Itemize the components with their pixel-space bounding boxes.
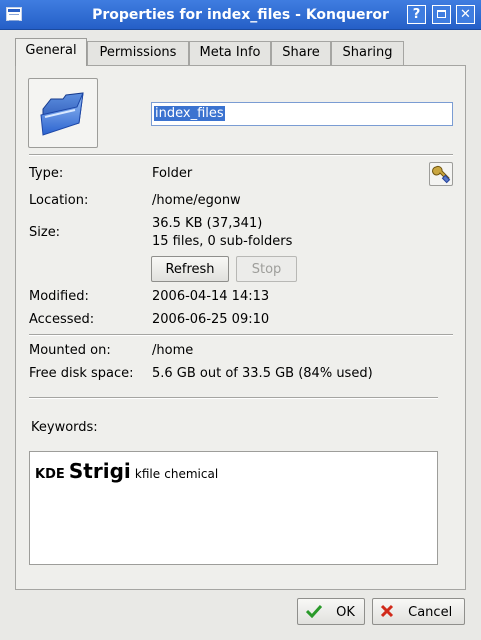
- cancel-label: Cancel: [408, 605, 453, 620]
- size-detail: 15 files, 0 sub-folders: [152, 234, 293, 249]
- cancel-x-icon: [380, 604, 394, 618]
- divider: [29, 154, 453, 156]
- keywords-cloud[interactable]: KDE Strigi kfile chemical: [29, 451, 438, 565]
- location-label: Location:: [29, 193, 89, 208]
- type-value: Folder: [152, 166, 193, 181]
- type-label: Type:: [29, 166, 64, 181]
- name-input[interactable]: index_files: [151, 102, 453, 126]
- tab-share[interactable]: Share: [271, 41, 331, 65]
- divider: [29, 334, 453, 336]
- stop-button[interactable]: Stop: [236, 256, 297, 282]
- help-button[interactable]: ?: [407, 5, 426, 24]
- refresh-button[interactable]: Refresh: [151, 256, 229, 282]
- maximize-icon: [437, 10, 446, 18]
- tab-label: Share: [282, 45, 320, 60]
- keyword-tag[interactable]: KDE: [35, 467, 65, 482]
- mounted-on-value: /home: [152, 343, 194, 358]
- tab-label: Permissions: [99, 45, 177, 60]
- keyword-tag[interactable]: Strigi: [69, 459, 131, 483]
- free-space-value: 5.6 GB out of 33.5 GB (84% used): [152, 366, 373, 381]
- refresh-label: Refresh: [165, 262, 215, 277]
- tab-label: Sharing: [342, 45, 393, 60]
- keyword-tag[interactable]: kfile: [135, 467, 160, 481]
- tab-sharing[interactable]: Sharing: [331, 41, 404, 65]
- maximize-button[interactable]: [432, 5, 451, 24]
- tab-label: General: [25, 43, 77, 58]
- cancel-button[interactable]: Cancel: [372, 598, 465, 625]
- tab-meta-info[interactable]: Meta Info: [189, 41, 271, 65]
- edit-file-type-button[interactable]: [429, 162, 453, 186]
- close-button[interactable]: ✕: [456, 5, 475, 24]
- modified-label: Modified:: [29, 289, 89, 304]
- folder-icon-button[interactable]: [28, 78, 98, 148]
- divider: [29, 397, 438, 399]
- mounted-on-label: Mounted on:: [29, 343, 111, 358]
- modified-value: 2006-04-14 14:13: [152, 289, 270, 304]
- accessed-value: 2006-06-25 09:10: [152, 312, 270, 327]
- location-value: /home/egonw: [152, 193, 241, 208]
- size-label: Size:: [29, 225, 61, 240]
- ok-button[interactable]: OK: [297, 598, 365, 625]
- size-value: 36.5 KB (37,341): [152, 216, 263, 231]
- name-input-value: index_files: [154, 106, 225, 121]
- tab-permissions[interactable]: Permissions: [87, 41, 189, 65]
- folder-icon: [40, 92, 84, 136]
- free-space-label: Free disk space:: [29, 366, 134, 381]
- wrench-icon: [432, 165, 451, 184]
- keywords-label: Keywords:: [31, 420, 98, 435]
- accessed-label: Accessed:: [29, 312, 95, 327]
- ok-label: OK: [336, 605, 355, 620]
- title-bar[interactable]: Properties for index_files - Konqueror ?…: [0, 0, 481, 30]
- check-icon: [305, 604, 323, 619]
- tab-label: Meta Info: [199, 45, 261, 60]
- keyword-tag[interactable]: chemical: [164, 467, 218, 481]
- stop-label: Stop: [251, 262, 282, 277]
- tab-general[interactable]: General: [15, 38, 87, 66]
